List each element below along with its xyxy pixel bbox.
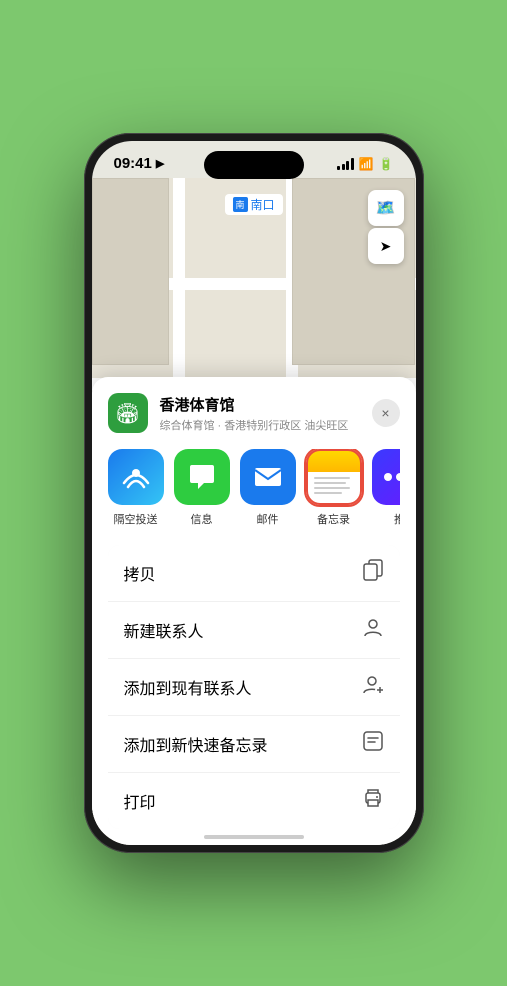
wifi-icon: 📶 — [359, 157, 374, 171]
action-add-notes-label: 添加到新快速备忘录 — [124, 732, 268, 756]
action-add-notes[interactable]: 添加到新快速备忘录 — [108, 716, 400, 773]
action-new-contact[interactable]: 新建联系人 — [108, 602, 400, 659]
share-item-notes[interactable]: 备忘录 — [306, 449, 362, 527]
location-header: 🏟 香港体育馆 综合体育馆 · 香港特别行政区 油尖旺区 × — [108, 393, 400, 433]
notes-label: 备忘录 — [317, 511, 350, 527]
more-label: 推 — [394, 511, 400, 527]
signal-bars-icon — [337, 158, 354, 170]
dynamic-island — [204, 151, 304, 179]
action-add-contact-label: 添加到现有联系人 — [124, 675, 252, 699]
action-copy-label: 拷贝 — [124, 561, 156, 585]
map-block-1 — [92, 178, 170, 365]
add-contact-icon — [362, 673, 384, 701]
mail-icon — [240, 449, 296, 505]
print-icon — [362, 787, 384, 815]
share-item-airdrop[interactable]: 隔空投送 — [108, 449, 164, 527]
action-list: 拷贝 新建联系人 — [108, 545, 400, 829]
battery-icon: 🔋 — [379, 157, 394, 171]
copy-icon — [362, 559, 384, 587]
action-add-contact[interactable]: 添加到现有联系人 — [108, 659, 400, 716]
bottom-sheet: 🏟 香港体育馆 综合体育馆 · 香港特别行政区 油尖旺区 × — [92, 377, 416, 845]
map-label-text: 南口 — [251, 196, 275, 213]
share-item-message[interactable]: 信息 — [174, 449, 230, 527]
message-label: 信息 — [191, 511, 213, 527]
airdrop-label: 隔空投送 — [114, 511, 158, 527]
map-label-prefix: 南 — [232, 197, 247, 212]
message-icon — [174, 449, 230, 505]
notes-icon — [306, 449, 362, 505]
action-copy[interactable]: 拷贝 — [108, 545, 400, 602]
map-view-btn[interactable]: 🗺️ — [368, 190, 404, 226]
mail-label: 邮件 — [257, 511, 279, 527]
map-label: 南 南口 — [224, 194, 282, 215]
location-arrow-icon: ▶ — [156, 157, 164, 170]
location-subtitle: 综合体育馆 · 香港特别行政区 油尖旺区 — [160, 417, 360, 433]
map-location-btn[interactable]: ➤ — [368, 228, 404, 264]
location-info: 香港体育馆 综合体育馆 · 香港特别行政区 油尖旺区 — [160, 394, 360, 433]
add-notes-icon — [362, 730, 384, 758]
location-icon: 🏟 — [108, 393, 148, 433]
action-print[interactable]: 打印 — [108, 773, 400, 829]
more-icon — [372, 449, 400, 505]
airdrop-icon — [108, 449, 164, 505]
status-time: 09:41 — [114, 155, 152, 172]
close-button[interactable]: × — [372, 399, 400, 427]
notes-lines — [308, 451, 360, 503]
status-icons: 📶 🔋 — [337, 157, 393, 171]
phone-frame: 09:41 ▶ 📶 🔋 — [84, 133, 424, 853]
share-item-more[interactable]: 推 — [372, 449, 400, 527]
location-name: 香港体育馆 — [160, 394, 360, 415]
phone-screen: 09:41 ▶ 📶 🔋 — [92, 141, 416, 845]
action-new-contact-label: 新建联系人 — [124, 618, 204, 642]
share-row: 隔空投送 信息 — [108, 449, 400, 529]
map-controls: 🗺️ ➤ — [368, 190, 404, 264]
new-contact-icon — [362, 616, 384, 644]
home-indicator — [204, 835, 304, 839]
action-print-label: 打印 — [124, 789, 156, 813]
share-item-mail[interactable]: 邮件 — [240, 449, 296, 527]
